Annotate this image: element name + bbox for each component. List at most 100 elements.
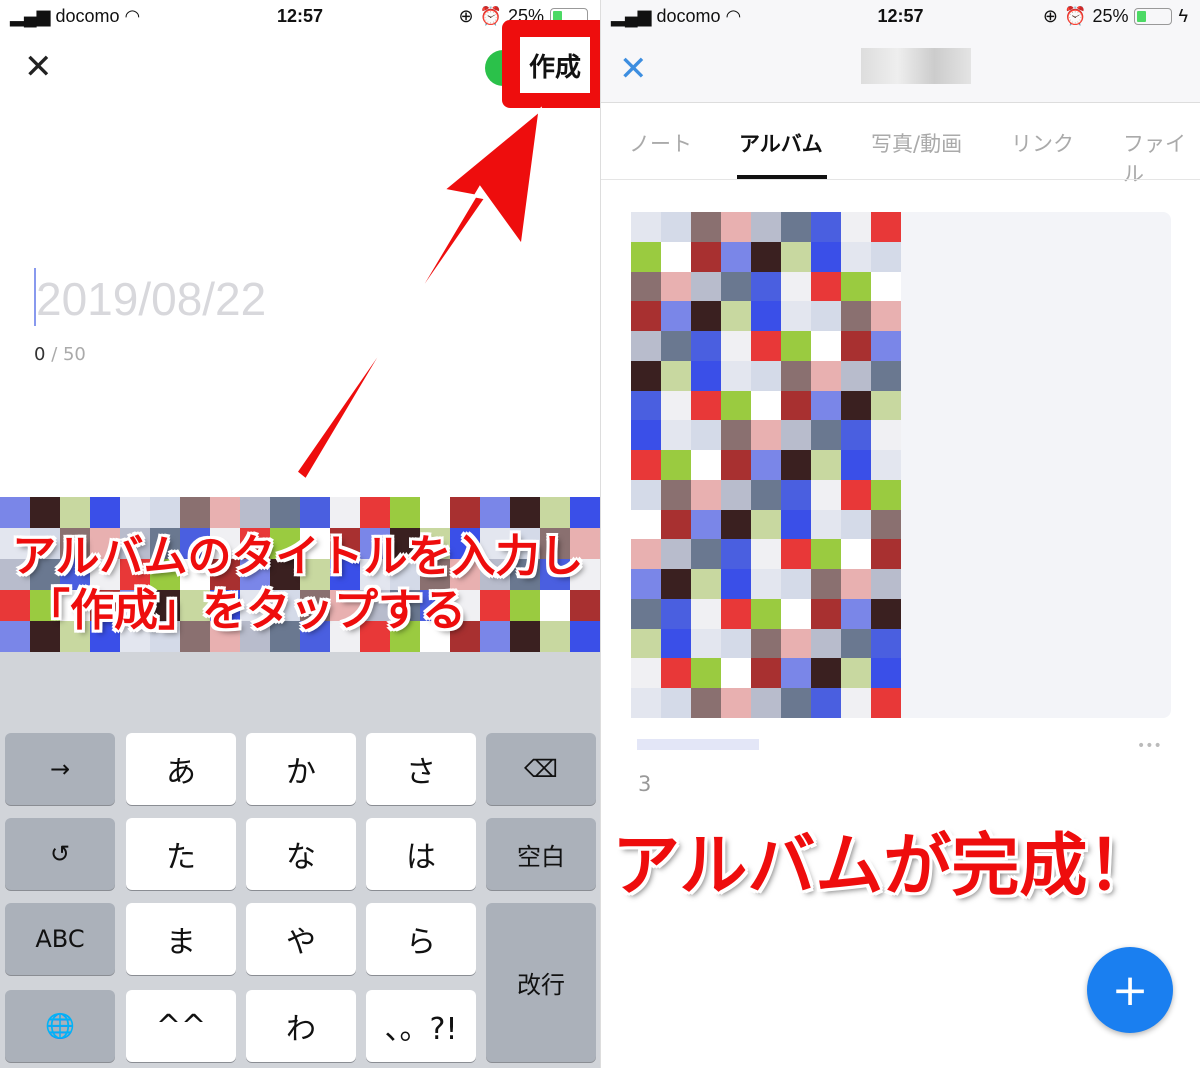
tab[interactable]: 写真/動画 [871, 128, 962, 158]
mosaic-cell [661, 420, 691, 451]
alarm-icon: ⏰ [1064, 6, 1087, 26]
mosaic-cell [480, 621, 510, 652]
charging-icon: ϟ [1178, 6, 1188, 26]
mosaic-cell [631, 539, 661, 570]
key[interactable]: ⌫ [486, 733, 596, 805]
mosaic-cell [811, 360, 841, 391]
key[interactable]: 空白 [486, 818, 596, 890]
mosaic-cell [540, 621, 570, 652]
mosaic-cell [781, 241, 811, 272]
mosaic-cell [781, 360, 811, 391]
mosaic-cell [721, 241, 751, 272]
mosaic-cell [721, 509, 751, 540]
mosaic-cell [631, 688, 661, 718]
mosaic-cell [721, 420, 751, 451]
add-album-button[interactable]: + [1087, 947, 1173, 1033]
key[interactable]: か [246, 733, 356, 805]
arrow-shape [293, 106, 542, 483]
key[interactable]: ま [126, 903, 236, 975]
mosaic-cell [661, 509, 691, 540]
mosaic-cell [781, 509, 811, 540]
mosaic-cell [691, 360, 721, 391]
mosaic-cell [721, 212, 751, 242]
mosaic-cell [841, 569, 871, 599]
mosaic-cell [631, 628, 661, 659]
mosaic-cell [841, 688, 871, 718]
mosaic-cell [691, 331, 721, 361]
mosaic-cell [781, 628, 811, 659]
more-icon[interactable]: ••• [1137, 738, 1162, 754]
key[interactable]: な [246, 818, 356, 890]
mosaic-cell [781, 390, 811, 421]
mosaic-cell [661, 598, 691, 629]
tab[interactable]: リンク [1011, 128, 1074, 158]
mosaic-cell [811, 390, 841, 421]
mosaic-cell [721, 658, 751, 689]
key[interactable]: 、。?! [366, 990, 476, 1062]
key[interactable]: 🌐 [5, 990, 115, 1062]
mosaic-cell [691, 628, 721, 659]
mosaic-cell [661, 390, 691, 421]
album-cover[interactable] [631, 212, 901, 718]
mosaic-cell [871, 450, 901, 480]
key[interactable]: わ [246, 990, 356, 1062]
key[interactable]: さ [366, 733, 476, 805]
mosaic-cell [781, 420, 811, 451]
mosaic-cell [631, 479, 661, 510]
mosaic-cell [841, 598, 871, 629]
mosaic-cell [871, 420, 901, 451]
mosaic-cell [661, 450, 691, 480]
mosaic-cell [871, 212, 901, 242]
mosaic-cell [631, 390, 661, 421]
mosaic-cell [871, 509, 901, 540]
mosaic-cell [751, 688, 781, 718]
mosaic-cell [661, 628, 691, 659]
mosaic-cell [871, 360, 901, 391]
mosaic-cell [871, 569, 901, 599]
mosaic-cell [781, 301, 811, 332]
mosaic-cell [631, 598, 661, 629]
mosaic-cell [871, 241, 901, 272]
key[interactable]: → [5, 733, 115, 805]
mosaic-cell [841, 212, 871, 242]
mosaic-cell [811, 450, 841, 480]
mosaic-cell [631, 241, 661, 272]
key[interactable]: た [126, 818, 236, 890]
mosaic-cell [751, 212, 781, 242]
mosaic-cell [841, 331, 871, 361]
key[interactable]: ABC [5, 903, 115, 975]
tab[interactable]: アルバム [739, 128, 823, 158]
key[interactable]: ^^ [126, 990, 236, 1062]
mosaic-cell [781, 212, 811, 242]
mosaic-cell [811, 241, 841, 272]
mosaic-cell [871, 479, 901, 510]
mosaic-cell [811, 479, 841, 510]
mosaic-cell [691, 539, 721, 570]
tab[interactable]: ノート [629, 128, 692, 158]
key[interactable]: や [246, 903, 356, 975]
mosaic-cell [661, 331, 691, 361]
close-icon[interactable]: ✕ [619, 52, 648, 86]
mosaic-cell [721, 390, 751, 421]
mosaic-cell [751, 569, 781, 599]
mosaic-cell [661, 539, 691, 570]
keyboard: → あかさ ⌫ ↺ たなは空白 ABC まやら改行 🌐 ^^ わ、。?! [0, 652, 600, 1068]
key[interactable]: ↺ [5, 818, 115, 890]
mosaic-cell [691, 271, 721, 302]
mosaic-cell [721, 271, 751, 302]
mosaic-cell [811, 658, 841, 689]
mosaic-cell [811, 301, 841, 332]
mosaic-cell [631, 301, 661, 332]
mosaic-cell [781, 539, 811, 570]
mosaic-cell [510, 621, 540, 652]
key[interactable]: 改行 [486, 903, 596, 1062]
mosaic-cell [631, 360, 661, 391]
mosaic-cell [751, 509, 781, 540]
key[interactable]: あ [126, 733, 236, 805]
mosaic-cell [631, 271, 661, 302]
mosaic-cell [751, 390, 781, 421]
mosaic-cell [721, 539, 751, 570]
key[interactable]: ら [366, 903, 476, 975]
key[interactable]: は [366, 818, 476, 890]
divider [601, 179, 1200, 180]
